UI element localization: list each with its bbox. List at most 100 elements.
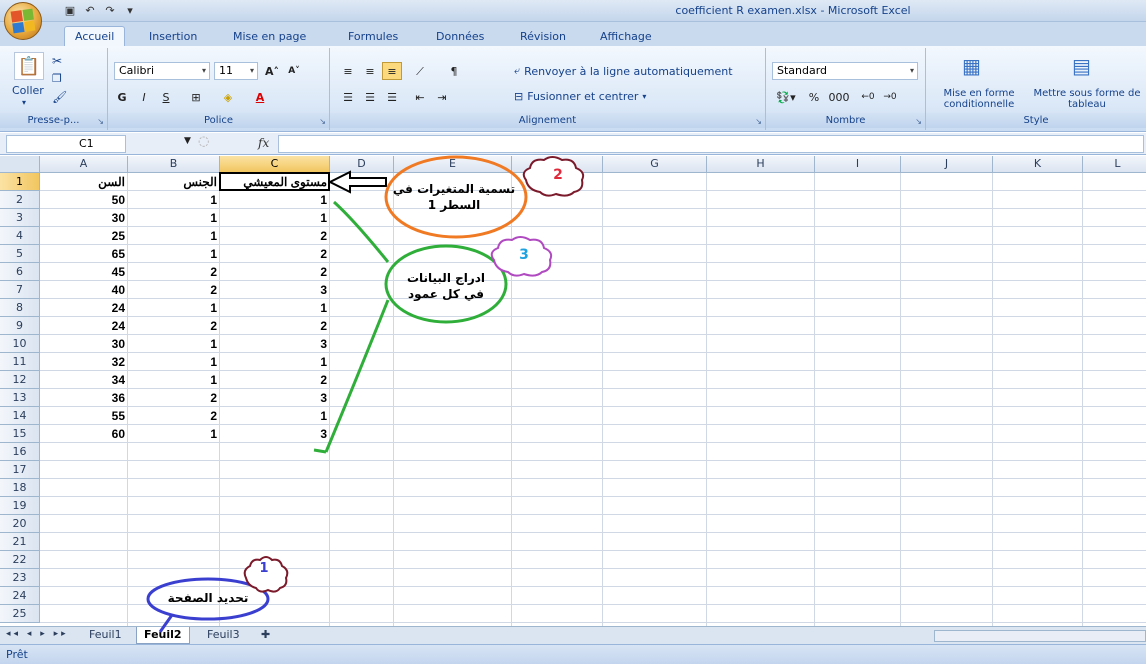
increase-indent-icon[interactable]: ⇥: [432, 88, 452, 106]
cell-a13[interactable]: 36: [40, 389, 128, 407]
tab-revision[interactable]: Révision: [520, 30, 566, 43]
insert-sheet-icon[interactable]: ✚: [254, 627, 277, 644]
row-header-18[interactable]: 18: [0, 479, 40, 497]
row-header-10[interactable]: 10: [0, 335, 40, 353]
cell-c14[interactable]: 1: [220, 407, 330, 425]
cell-a8[interactable]: 24: [40, 299, 128, 317]
thousands-button[interactable]: 000: [826, 88, 852, 106]
cell-c8[interactable]: 1: [220, 299, 330, 317]
grow-font-icon[interactable]: A˄: [262, 62, 282, 80]
row-header-21[interactable]: 21: [0, 533, 40, 551]
cell-b4[interactable]: 1: [128, 227, 220, 245]
cell-b13[interactable]: 2: [128, 389, 220, 407]
decrease-indent-icon[interactable]: ⇤: [410, 88, 430, 106]
row-header-5[interactable]: 5: [0, 245, 40, 263]
column-header-d[interactable]: D: [330, 156, 394, 173]
cell-c10[interactable]: 3: [220, 335, 330, 353]
alignment-launcher-icon[interactable]: ↘: [755, 117, 762, 126]
name-box-dropdown-icon[interactable]: ▼: [184, 136, 191, 146]
cell-c4[interactable]: 2: [220, 227, 330, 245]
tab-insertion[interactable]: Insertion: [149, 30, 197, 43]
row-header-7[interactable]: 7: [0, 281, 40, 299]
copy-icon[interactable]: ❐: [52, 72, 62, 85]
cell-c13[interactable]: 3: [220, 389, 330, 407]
align-center-icon[interactable]: ☰: [360, 88, 380, 106]
tab-mise-en-page[interactable]: Mise en page: [233, 30, 306, 43]
cell-c5[interactable]: 2: [220, 245, 330, 263]
cell-b10[interactable]: 1: [128, 335, 220, 353]
column-header-k[interactable]: K: [993, 156, 1083, 173]
tab-affichage[interactable]: Affichage: [600, 30, 652, 43]
row-header-19[interactable]: 19: [0, 497, 40, 515]
font-name-select[interactable]: Calibri ▾: [114, 62, 210, 80]
clipboard-launcher-icon[interactable]: ↘: [97, 117, 104, 126]
row-header-1[interactable]: 1: [0, 173, 40, 191]
insert-function-button[interactable]: fx: [258, 136, 269, 150]
orientation-icon[interactable]: ⟋: [410, 62, 430, 80]
cell-a12[interactable]: 34: [40, 371, 128, 389]
office-button[interactable]: [4, 2, 42, 40]
align-left-icon[interactable]: ☰: [338, 88, 358, 106]
select-all-corner[interactable]: [0, 156, 40, 173]
cell-b1[interactable]: الجنس: [128, 173, 220, 191]
cell-c12[interactable]: 2: [220, 371, 330, 389]
row-header-13[interactable]: 13: [0, 389, 40, 407]
fill-color-icon[interactable]: ◈: [218, 88, 238, 106]
row-header-16[interactable]: 16: [0, 443, 40, 461]
tab-donnees[interactable]: Données: [436, 30, 484, 43]
row-header-9[interactable]: 9: [0, 317, 40, 335]
conditional-format-button[interactable]: Mise en forme conditionnelle: [930, 88, 1028, 110]
column-header-b[interactable]: B: [128, 156, 220, 173]
align-right-icon[interactable]: ☰: [382, 88, 402, 106]
cell-a9[interactable]: 24: [40, 317, 128, 335]
cell-b7[interactable]: 2: [128, 281, 220, 299]
cell-b15[interactable]: 1: [128, 425, 220, 443]
percent-button[interactable]: %: [804, 88, 824, 106]
cell-c7[interactable]: 3: [220, 281, 330, 299]
align-top-icon[interactable]: ≡: [338, 62, 358, 80]
row-header-4[interactable]: 4: [0, 227, 40, 245]
cell-a15[interactable]: 60: [40, 425, 128, 443]
borders-icon[interactable]: ⊞: [186, 88, 206, 106]
currency-icon[interactable]: 💱▾: [772, 88, 800, 106]
sheet-tab-feuil2[interactable]: Feuil2: [136, 627, 190, 644]
tab-formules[interactable]: Formules: [348, 30, 398, 43]
sheet-tab-feuil1[interactable]: Feuil1: [82, 627, 129, 644]
column-header-j[interactable]: J: [901, 156, 993, 173]
number-launcher-icon[interactable]: ↘: [915, 117, 922, 126]
cell-b11[interactable]: 1: [128, 353, 220, 371]
cell-c9[interactable]: 2: [220, 317, 330, 335]
column-header-e[interactable]: E: [394, 156, 512, 173]
paste-icon[interactable]: 📋: [14, 52, 44, 80]
cell-a11[interactable]: 32: [40, 353, 128, 371]
row-header-6[interactable]: 6: [0, 263, 40, 281]
horizontal-scrollbar[interactable]: [934, 630, 1146, 642]
merge-center-button[interactable]: ⊟ Fusionner et centrer ▾: [514, 90, 646, 103]
worksheet-grid[interactable]: A B C D E F G H I J K L 1 2 3 4 5 6 7 8 9 10 11 12 13 14 15 16 17 18 1…: [0, 156, 1146, 626]
cell-b3[interactable]: 1: [128, 209, 220, 227]
format-as-table-icon[interactable]: ▤: [1072, 54, 1091, 78]
font-size-select[interactable]: 11 ▾: [214, 62, 258, 80]
tab-accueil[interactable]: Accueil: [64, 26, 126, 47]
cell-c15[interactable]: 3: [220, 425, 330, 443]
conditional-format-icon[interactable]: ▦: [962, 54, 981, 78]
sheet-nav-icon[interactable]: ◂◂ ◂ ▸ ▸▸: [6, 629, 69, 639]
cell-b5[interactable]: 1: [128, 245, 220, 263]
paste-button[interactable]: Coller: [12, 84, 44, 97]
row-header-11[interactable]: 11: [0, 353, 40, 371]
sheet-tab-feuil3[interactable]: Feuil3: [200, 627, 247, 644]
cut-icon[interactable]: ✂: [52, 54, 62, 68]
decrease-decimal-icon[interactable]: →0: [880, 88, 900, 106]
increase-decimal-icon[interactable]: ←0: [858, 88, 878, 106]
paste-dropdown-icon[interactable]: ▾: [22, 98, 26, 107]
row-header-12[interactable]: 12: [0, 371, 40, 389]
cell-c3[interactable]: 1: [220, 209, 330, 227]
column-header-c[interactable]: C: [220, 156, 330, 173]
column-header-l[interactable]: L: [1083, 156, 1146, 173]
row-header-22[interactable]: 22: [0, 551, 40, 569]
font-launcher-icon[interactable]: ↘: [319, 117, 326, 126]
cell-b8[interactable]: 1: [128, 299, 220, 317]
italic-button[interactable]: I: [134, 88, 154, 106]
formula-input[interactable]: [278, 135, 1144, 153]
cell-a1[interactable]: السن: [40, 173, 128, 191]
